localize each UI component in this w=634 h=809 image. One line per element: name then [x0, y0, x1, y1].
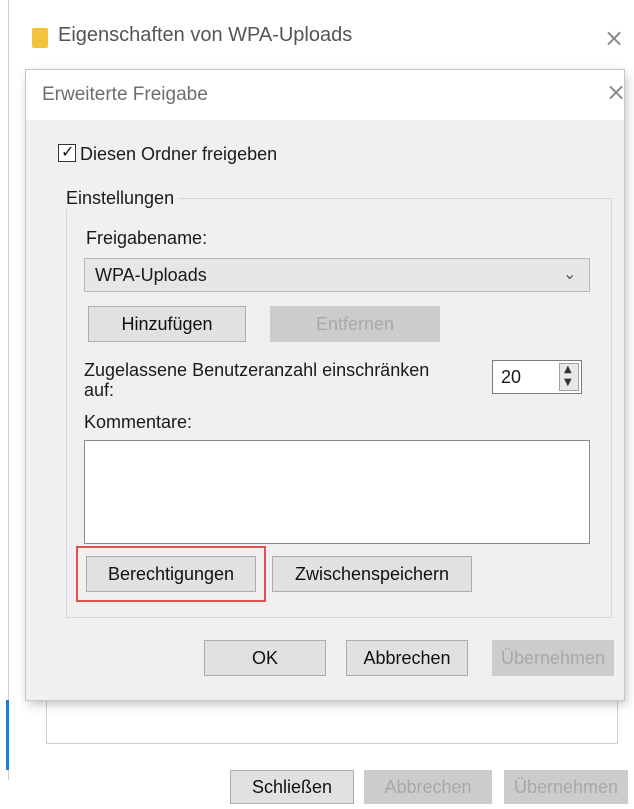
- sharename-value: WPA-Uploads: [95, 265, 207, 285]
- settings-legend: Einstellungen: [62, 188, 179, 209]
- spin-up-icon[interactable]: ▲: [564, 364, 572, 375]
- ok-button[interactable]: OK: [204, 640, 326, 676]
- user-limit-spinner[interactable]: 20 ▲ ▼: [492, 360, 582, 394]
- folder-icon: [32, 28, 48, 48]
- spin-buttons[interactable]: ▲ ▼: [559, 363, 579, 391]
- sharename-dropdown[interactable]: WPA-Uploads ⌄: [84, 258, 590, 292]
- user-limit-value: 20: [501, 367, 522, 387]
- properties-cancel-button[interactable]: Abbrechen: [364, 770, 492, 804]
- close-button[interactable]: Schließen: [230, 770, 354, 804]
- dialog-title: Erweiterte Freigabe: [42, 84, 208, 105]
- chevron-down-icon: ⌄: [563, 264, 577, 283]
- cancel-button[interactable]: Abbrechen: [346, 640, 468, 676]
- advanced-sharing-dialog: Erweiterte Freigabe × ✓ Diesen Ordner fr…: [26, 70, 626, 700]
- properties-title: Eigenschaften von WPA-Uploads: [58, 24, 353, 46]
- add-share-button[interactable]: Hinzufügen: [88, 306, 246, 342]
- comments-textarea[interactable]: [84, 440, 590, 544]
- dialog-titlebar: Erweiterte Freigabe ×: [26, 70, 626, 120]
- caching-button[interactable]: Zwischenspeichern: [272, 556, 472, 592]
- sharename-label: Freigabename:: [86, 228, 208, 248]
- share-folder-checkbox[interactable]: ✓: [58, 142, 76, 162]
- comments-label: Kommentare:: [84, 412, 193, 432]
- dialog-close-icon[interactable]: ×: [606, 80, 626, 104]
- checkmark-icon: ✓: [61, 142, 75, 161]
- apply-button[interactable]: Übernehmen: [492, 640, 614, 676]
- share-folder-label[interactable]: Diesen Ordner freigeben: [80, 144, 277, 165]
- window-edge: [8, 0, 9, 780]
- spin-down-icon[interactable]: ▼: [564, 377, 572, 388]
- permissions-button[interactable]: Berechtigungen: [86, 556, 256, 592]
- properties-apply-button[interactable]: Übernehmen: [504, 770, 628, 804]
- close-icon[interactable]: ×: [604, 26, 624, 50]
- remove-share-button[interactable]: Entfernen: [270, 306, 440, 342]
- user-limit-label: Zugelassene Benutzeranzahl einschränken …: [84, 360, 430, 400]
- window-accent-edge: [6, 700, 9, 770]
